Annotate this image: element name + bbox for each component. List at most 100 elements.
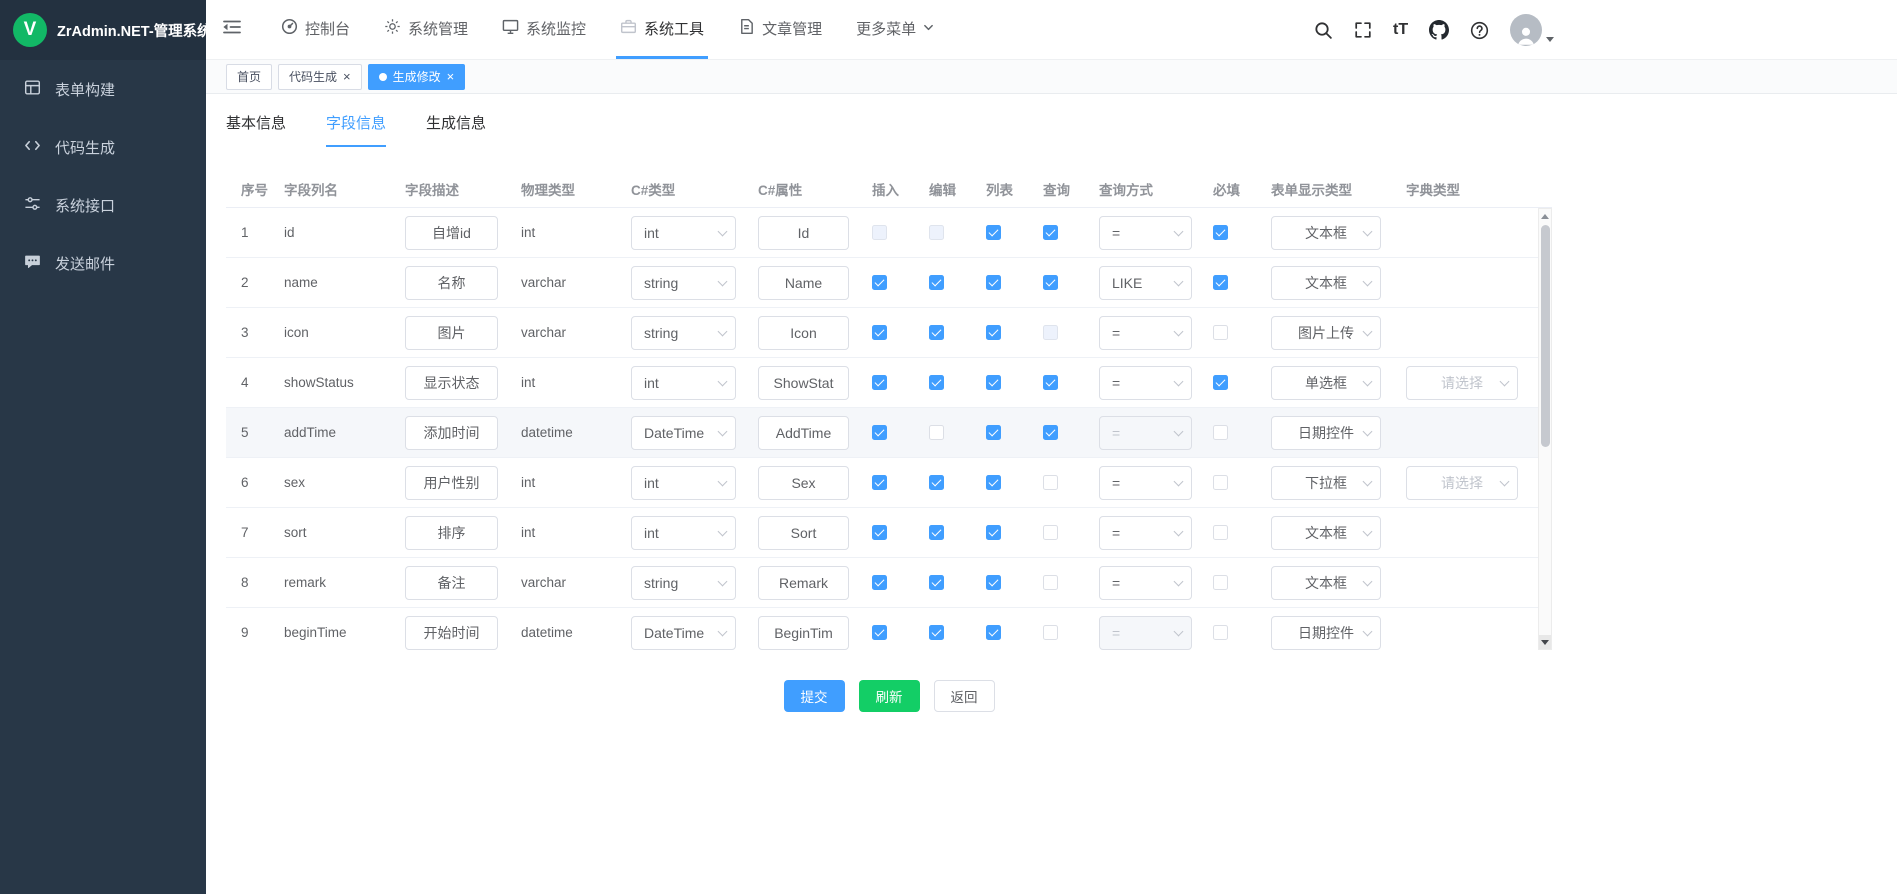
display-type-select[interactable]: 文本框 (1271, 516, 1381, 550)
list-checkbox[interactable] (986, 275, 1001, 290)
field-desc-input[interactable]: 自增id (405, 216, 498, 250)
query-mode-select[interactable]: = (1099, 516, 1192, 550)
tab-basic-info[interactable]: 基本信息 (226, 112, 286, 147)
close-icon[interactable]: × (343, 70, 351, 83)
cs-prop-input[interactable]: Icon (758, 316, 849, 350)
cs-prop-input[interactable]: Remark (758, 566, 849, 600)
required-checkbox[interactable] (1213, 225, 1228, 240)
required-checkbox[interactable] (1213, 575, 1228, 590)
list-checkbox[interactable] (986, 575, 1001, 590)
insert-checkbox[interactable] (872, 525, 887, 540)
edit-checkbox[interactable] (929, 325, 944, 340)
tag-home[interactable]: 首页 (226, 64, 272, 90)
sidebar-toggle[interactable] (206, 0, 252, 59)
refresh-button[interactable]: 刷新 (859, 680, 920, 712)
field-desc-input[interactable]: 显示状态 (405, 366, 498, 400)
cs-type-select[interactable]: int (631, 366, 736, 400)
cs-prop-input[interactable]: Id (758, 216, 849, 250)
cs-prop-input[interactable]: BeginTim (758, 616, 849, 650)
query-mode-select[interactable]: = (1099, 316, 1192, 350)
query-checkbox[interactable] (1043, 525, 1058, 540)
github-icon[interactable] (1429, 20, 1449, 40)
edit-checkbox[interactable] (929, 275, 944, 290)
insert-checkbox[interactable] (872, 325, 887, 340)
cs-prop-input[interactable]: ShowStat (758, 366, 849, 400)
insert-checkbox[interactable] (872, 475, 887, 490)
vertical-scrollbar[interactable] (1538, 208, 1552, 650)
topnav-item-system-tools[interactable]: 系统工具 (616, 0, 708, 59)
display-type-select[interactable]: 文本框 (1271, 566, 1381, 600)
display-type-select[interactable]: 文本框 (1271, 216, 1381, 250)
cs-prop-input[interactable]: Name (758, 266, 849, 300)
insert-checkbox[interactable] (872, 625, 887, 640)
cs-type-select[interactable]: DateTime (631, 416, 736, 450)
list-checkbox[interactable] (986, 425, 1001, 440)
edit-checkbox[interactable] (929, 475, 944, 490)
user-menu[interactable] (1510, 14, 1554, 46)
cs-prop-input[interactable]: AddTime (758, 416, 849, 450)
required-checkbox[interactable] (1213, 525, 1228, 540)
list-checkbox[interactable] (986, 225, 1001, 240)
query-mode-select[interactable]: LIKE (1099, 266, 1192, 300)
field-desc-input[interactable]: 开始时间 (405, 616, 498, 650)
cs-type-select[interactable]: string (631, 566, 736, 600)
list-checkbox[interactable] (986, 325, 1001, 340)
cs-type-select[interactable]: int (631, 516, 736, 550)
insert-checkbox[interactable] (872, 375, 887, 390)
query-mode-select[interactable]: = (1099, 466, 1192, 500)
field-desc-input[interactable]: 排序 (405, 516, 498, 550)
insert-checkbox[interactable] (872, 575, 887, 590)
scroll-down-arrow[interactable] (1539, 635, 1551, 649)
sidebar-item-form-builder[interactable]: 表单构建 (0, 60, 206, 118)
display-type-select[interactable]: 单选框 (1271, 366, 1381, 400)
dict-type-select[interactable]: 请选择 (1406, 466, 1518, 500)
scroll-up-arrow[interactable] (1539, 209, 1551, 223)
cs-prop-input[interactable]: Sort (758, 516, 849, 550)
close-icon[interactable]: × (447, 70, 455, 83)
cs-type-select[interactable]: DateTime (631, 616, 736, 650)
query-checkbox[interactable] (1043, 625, 1058, 640)
cs-prop-input[interactable]: Sex (758, 466, 849, 500)
required-checkbox[interactable] (1213, 375, 1228, 390)
required-checkbox[interactable] (1213, 425, 1228, 440)
fullscreen-icon[interactable] (1354, 21, 1372, 39)
list-checkbox[interactable] (986, 625, 1001, 640)
scrollbar-thumb[interactable] (1541, 225, 1550, 447)
query-mode-select[interactable]: = (1099, 566, 1192, 600)
field-desc-input[interactable]: 图片 (405, 316, 498, 350)
edit-checkbox[interactable] (929, 525, 944, 540)
query-mode-select[interactable]: = (1099, 366, 1192, 400)
required-checkbox[interactable] (1213, 475, 1228, 490)
query-checkbox[interactable] (1043, 275, 1058, 290)
sidebar-item-system-api[interactable]: 系统接口 (0, 176, 206, 234)
sidebar-item-send-mail[interactable]: 发送邮件 (0, 234, 206, 292)
back-button[interactable]: 返回 (934, 680, 995, 712)
tab-field-info[interactable]: 字段信息 (326, 112, 386, 147)
insert-checkbox[interactable] (872, 425, 887, 440)
list-checkbox[interactable] (986, 375, 1001, 390)
list-checkbox[interactable] (986, 475, 1001, 490)
required-checkbox[interactable] (1213, 325, 1228, 340)
topnav-item-system-monitor[interactable]: 系统监控 (498, 0, 590, 59)
query-checkbox[interactable] (1043, 375, 1058, 390)
cs-type-select[interactable]: int (631, 466, 736, 500)
tag-code-gen[interactable]: 代码生成 × (278, 64, 362, 90)
topnav-item-more-menu[interactable]: 更多菜单 (852, 0, 938, 59)
topnav-item-article-mgmt[interactable]: 文章管理 (734, 0, 826, 59)
field-desc-input[interactable]: 添加时间 (405, 416, 498, 450)
required-checkbox[interactable] (1213, 275, 1228, 290)
edit-checkbox[interactable] (929, 375, 944, 390)
edit-checkbox[interactable] (929, 575, 944, 590)
query-checkbox[interactable] (1043, 225, 1058, 240)
topnav-item-console[interactable]: 控制台 (277, 0, 354, 59)
edit-checkbox[interactable] (929, 625, 944, 640)
display-type-select[interactable]: 日期控件 (1271, 416, 1381, 450)
field-desc-input[interactable]: 名称 (405, 266, 498, 300)
required-checkbox[interactable] (1213, 625, 1228, 640)
field-desc-input[interactable]: 备注 (405, 566, 498, 600)
cs-type-select[interactable]: int (631, 216, 736, 250)
search-icon[interactable] (1314, 21, 1333, 40)
submit-button[interactable]: 提交 (784, 680, 845, 712)
query-checkbox[interactable] (1043, 575, 1058, 590)
insert-checkbox[interactable] (872, 275, 887, 290)
